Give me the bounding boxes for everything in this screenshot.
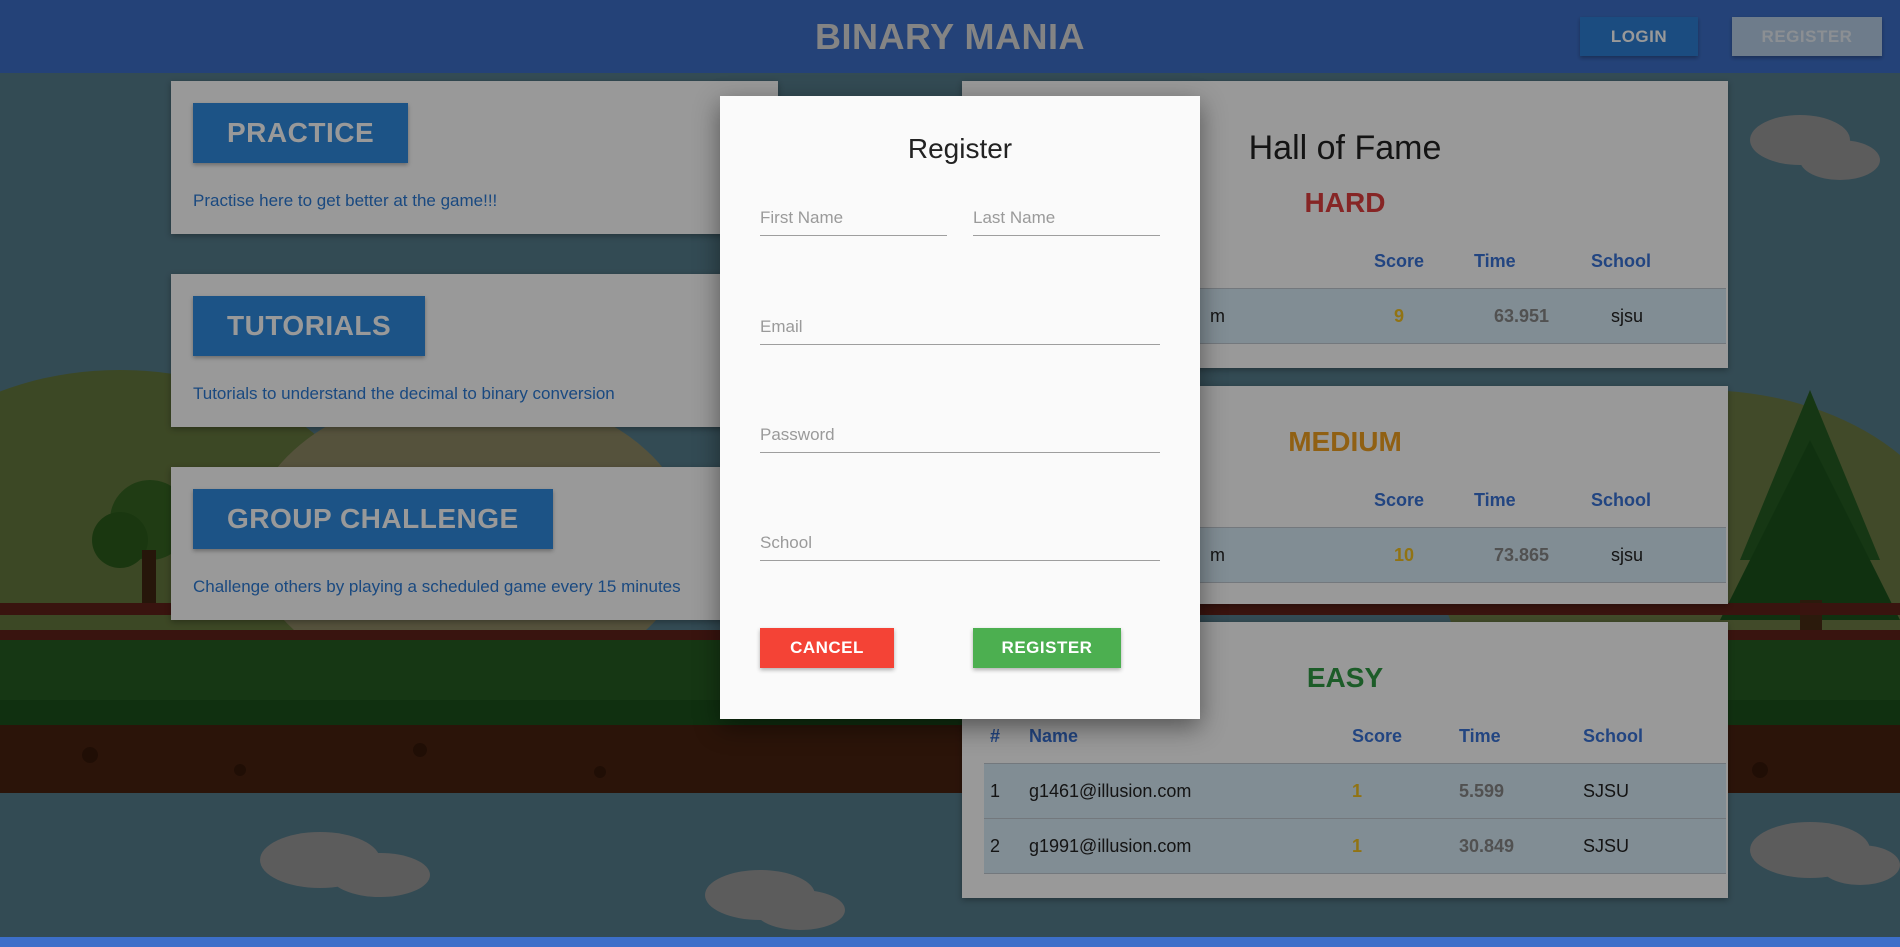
school-field[interactable]: [760, 525, 1160, 561]
cancel-button[interactable]: CANCEL: [760, 628, 894, 668]
email-field[interactable]: [760, 309, 1160, 345]
password-field[interactable]: [760, 417, 1160, 453]
bottom-bar: [0, 937, 1900, 947]
register-submit-button[interactable]: REGISTER: [973, 628, 1121, 668]
register-modal: Register CANCEL REGISTER: [720, 96, 1200, 719]
modal-title: Register: [907, 133, 1013, 164]
last-name-field[interactable]: [973, 200, 1160, 236]
first-name-field[interactable]: [760, 200, 947, 236]
